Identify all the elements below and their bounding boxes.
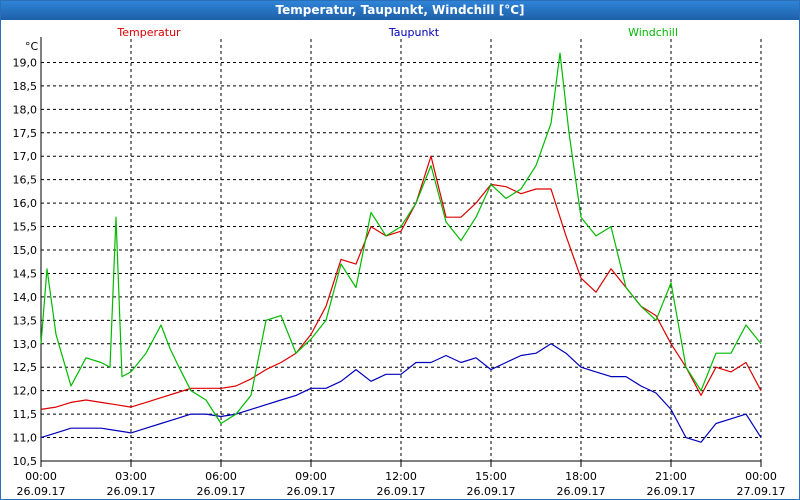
legend-taupunkt: Taupunkt (388, 26, 440, 39)
y-tick-label: 10,5 (13, 455, 38, 468)
line-chart: 10,5 11,0 11,5 12,0 12,5 13,0 13,5 14,0 14,5 15,0… (13, 26, 786, 498)
y-tick-label: 17,5 (13, 127, 38, 140)
y-tick-label: 17,0 (13, 150, 38, 163)
x-tick-date: 26.09.17 (287, 485, 336, 498)
axes: 10,5 11,0 11,5 12,0 12,5 13,0 13,5 14,0 14,5 15,0… (13, 37, 786, 498)
y-tick-label: 19,0 (13, 56, 38, 69)
chart-window: Temperatur, Taupunkt, Windchill [°C] 10,… (0, 0, 800, 500)
y-axis-unit: °C (25, 40, 39, 53)
x-tick-date: 26.09.17 (467, 485, 516, 498)
y-tick-label: 15,5 (13, 221, 38, 234)
x-tick-date: 26.09.17 (557, 485, 606, 498)
x-tick-date: 26.09.17 (107, 485, 156, 498)
x-tick-date: 26.09.17 (197, 485, 246, 498)
y-tick-label: 16,5 (13, 174, 38, 187)
y-tick-label: 15,0 (13, 244, 38, 257)
x-tick-time: 09:00 (295, 470, 327, 483)
x-tick-time: 18:00 (565, 470, 597, 483)
x-tick-time: 00:00 (25, 470, 57, 483)
x-tick-time: 03:00 (115, 470, 147, 483)
y-tick-label: 18,0 (13, 103, 38, 116)
x-tick-time: 15:00 (475, 470, 507, 483)
x-tick-time: 06:00 (205, 470, 237, 483)
x-tick-date: 26.09.17 (377, 485, 426, 498)
legend: Temperatur Taupunkt Windchill (116, 26, 678, 39)
y-tick-label: 11,0 (13, 432, 38, 445)
x-tick-date: 27.09.17 (737, 485, 786, 498)
x-tick-time: 00:00 (745, 470, 777, 483)
grid (40, 39, 762, 462)
y-tick-label: 12,5 (13, 361, 38, 374)
y-tick-label: 13,0 (13, 338, 38, 351)
x-tick-date: 26.09.17 (647, 485, 696, 498)
x-tick-time: 12:00 (385, 470, 417, 483)
y-tick-label: 14,5 (13, 267, 38, 280)
y-tick-label: 16,0 (13, 197, 38, 210)
x-tick-time: 21:00 (655, 470, 687, 483)
x-tick-date: 26.09.17 (17, 485, 66, 498)
y-tick-label: 18,5 (13, 80, 38, 93)
legend-temperatur: Temperatur (116, 26, 181, 39)
legend-windchill: Windchill (628, 26, 678, 39)
y-tick-label: 12,0 (13, 385, 38, 398)
y-tick-label: 11,5 (13, 408, 38, 421)
y-tick-label: 14,0 (13, 291, 38, 304)
y-tick-label: 13,5 (13, 314, 38, 327)
